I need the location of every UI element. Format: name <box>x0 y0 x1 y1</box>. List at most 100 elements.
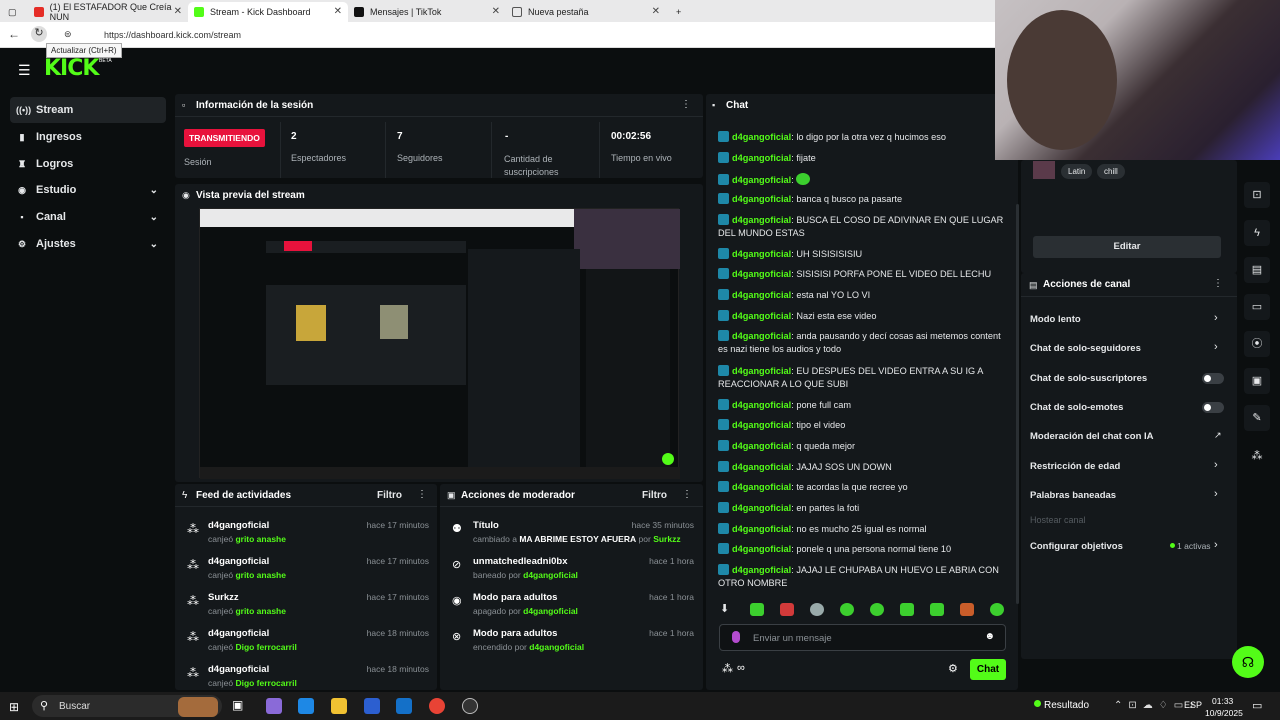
emote-icon[interactable] <box>960 603 974 616</box>
store-icon[interactable] <box>364 698 380 714</box>
taskbar-result[interactable]: Resultado <box>1044 700 1089 711</box>
outlook-icon[interactable] <box>396 698 412 714</box>
chat-username[interactable]: d4gangoficial <box>732 290 791 300</box>
gear-icon[interactable]: ⚙ <box>948 662 958 675</box>
support-headset-icon[interactable]: ☊ <box>1232 646 1264 678</box>
subscribers-only-toggle[interactable] <box>1202 373 1224 384</box>
points-icon[interactable]: ⁂ <box>722 662 733 675</box>
emote-icon[interactable] <box>840 603 854 616</box>
chevron-right-icon[interactable]: › <box>1214 459 1218 471</box>
infinity-icon[interactable]: ∞ <box>737 662 745 674</box>
clock-date[interactable]: 10/9/2025 <box>1205 708 1243 718</box>
sidebar-item-canal[interactable]: ▪ Canal ⌄ <box>10 204 166 230</box>
broadcast-icon[interactable]: ⦿ <box>1244 331 1270 357</box>
taskbar-search[interactable]: ⚲ Buscar <box>32 695 222 717</box>
close-icon[interactable]: ✕ <box>334 6 342 17</box>
external-link-icon[interactable]: ↗ <box>1214 430 1222 441</box>
chevron-right-icon[interactable]: › <box>1214 539 1218 551</box>
chat-username[interactable]: d4gangoficial <box>732 482 791 492</box>
emotes-only-toggle[interactable] <box>1202 402 1224 413</box>
sidebar-item-stream[interactable]: ((•)) Stream <box>10 97 166 123</box>
chat-username[interactable]: d4gangoficial <box>732 565 791 575</box>
activity-user[interactable]: d4gangoficial <box>208 556 269 567</box>
url-field[interactable]: ⊜ https://dashboard.kick.com/stream <box>56 25 986 45</box>
chat-input[interactable]: Enviar un mensaje ☻ <box>719 624 1006 651</box>
more-options-icon[interactable]: ⋮ <box>682 489 692 500</box>
chat-username[interactable]: d4gangoficial <box>732 366 791 376</box>
tab-new[interactable]: Nueva pestaña ✕ <box>506 2 666 22</box>
clock-time[interactable]: 01:33 <box>1212 696 1233 706</box>
filter-button[interactable]: Filtro <box>642 490 667 501</box>
emote-icon[interactable]: ⬇ <box>720 602 729 615</box>
emote-icon[interactable] <box>900 603 914 616</box>
chevron-right-icon[interactable]: › <box>1214 488 1218 500</box>
chevron-right-icon[interactable]: › <box>1214 341 1218 353</box>
tag-pill[interactable]: chill <box>1097 164 1125 179</box>
chat-username[interactable]: d4gangoficial <box>732 441 791 451</box>
microphone-icon[interactable] <box>732 631 740 643</box>
activity-user[interactable]: d4gangoficial <box>208 520 269 531</box>
tab-list-icon[interactable]: ▢ <box>4 2 22 22</box>
more-options-icon[interactable]: ⋮ <box>1213 278 1223 289</box>
windows-start-icon[interactable]: ⊞ <box>9 700 19 714</box>
reload-icon[interactable]: ↻ <box>31 26 47 42</box>
activity-user[interactable]: d4gangoficial <box>208 664 269 675</box>
action-emotes-only[interactable]: Chat de solo-emotes <box>1030 402 1123 413</box>
emote-icon[interactable] <box>810 603 824 616</box>
action-age-restriction[interactable]: Restricción de edad <box>1030 461 1120 472</box>
chat-username[interactable]: d4gangoficial <box>732 400 791 410</box>
kick-logo[interactable]: KICK <box>44 56 99 81</box>
back-arrow-icon[interactable]: ← <box>8 27 20 41</box>
language-indicator[interactable]: ESP <box>1184 700 1202 710</box>
action-followers-only[interactable]: Chat de solo-seguidores <box>1030 343 1141 354</box>
chat-username[interactable]: d4gangoficial <box>732 175 791 185</box>
close-icon[interactable]: ✕ <box>652 6 660 17</box>
add-tab-button[interactable]: + <box>670 2 690 22</box>
sidebar-item-estudio[interactable]: ◉ Estudio ⌄ <box>10 177 166 203</box>
chat-username[interactable]: d4gangoficial <box>732 132 791 142</box>
action-banned-words[interactable]: Palabras baneadas <box>1030 490 1116 501</box>
wrench-icon[interactable]: ✎ <box>1244 405 1270 431</box>
emote-icon[interactable] <box>870 603 884 616</box>
close-icon[interactable]: ✕ <box>492 6 500 17</box>
send-chat-button[interactable]: Chat <box>970 659 1006 680</box>
chat-username[interactable]: d4gangoficial <box>732 269 791 279</box>
chat-username[interactable]: d4gangoficial <box>732 462 791 472</box>
menu-icon[interactable]: ☰ <box>18 62 31 79</box>
document-icon[interactable]: ▤ <box>1244 257 1270 283</box>
chat-username[interactable]: d4gangoficial <box>732 153 791 163</box>
action-ai-moderation[interactable]: Moderación del chat con IA <box>1030 431 1154 442</box>
action-configure-goals[interactable]: Configurar objetivos <box>1030 541 1123 552</box>
edge-icon[interactable] <box>298 698 314 714</box>
sidebar-item-logros[interactable]: ♜ Logros <box>10 151 166 177</box>
copilot-icon[interactable] <box>266 698 282 714</box>
chat-username[interactable]: d4gangoficial <box>732 215 791 225</box>
sidebar-item-ajustes[interactable]: ⚙ Ajustes ⌄ <box>10 231 166 257</box>
site-info-icon[interactable]: ⊜ <box>64 29 72 40</box>
emoji-icon[interactable]: ☻ <box>984 631 995 642</box>
tab-kick-dashboard[interactable]: Stream - Kick Dashboard ✕ <box>188 2 348 22</box>
action-slow-mode[interactable]: Modo lento <box>1030 314 1081 325</box>
more-options-icon[interactable]: ⋮ <box>417 489 427 500</box>
chat-username[interactable]: d4gangoficial <box>732 420 791 430</box>
chat-username[interactable]: d4gangoficial <box>732 503 791 513</box>
activity-user[interactable]: d4gangoficial <box>208 628 269 639</box>
chat-scrollbar[interactable] <box>1016 204 1019 604</box>
emote-icon[interactable] <box>930 603 944 616</box>
file-explorer-icon[interactable] <box>331 698 347 714</box>
emote-icon[interactable] <box>750 603 764 616</box>
monitor-icon[interactable]: ▣ <box>1244 368 1270 394</box>
activity-user[interactable]: Surkzz <box>208 592 239 603</box>
points-icon[interactable]: ⁂ <box>1244 443 1270 469</box>
chevron-right-icon[interactable]: › <box>1214 312 1218 324</box>
tag-pill[interactable]: Latin <box>1061 164 1093 179</box>
filter-button[interactable]: Filtro <box>377 490 402 501</box>
chat-username[interactable]: d4gangoficial <box>732 194 791 204</box>
chat-username[interactable]: d4gangoficial <box>732 524 791 534</box>
lightning-icon[interactable]: ϟ <box>1244 220 1270 246</box>
action-subscribers-only[interactable]: Chat de solo-suscriptores <box>1030 373 1147 384</box>
chat-username[interactable]: d4gangoficial <box>732 249 791 259</box>
emote-icon[interactable] <box>990 603 1004 616</box>
edit-button[interactable]: Editar <box>1033 236 1221 258</box>
chrome-icon[interactable] <box>429 698 445 714</box>
